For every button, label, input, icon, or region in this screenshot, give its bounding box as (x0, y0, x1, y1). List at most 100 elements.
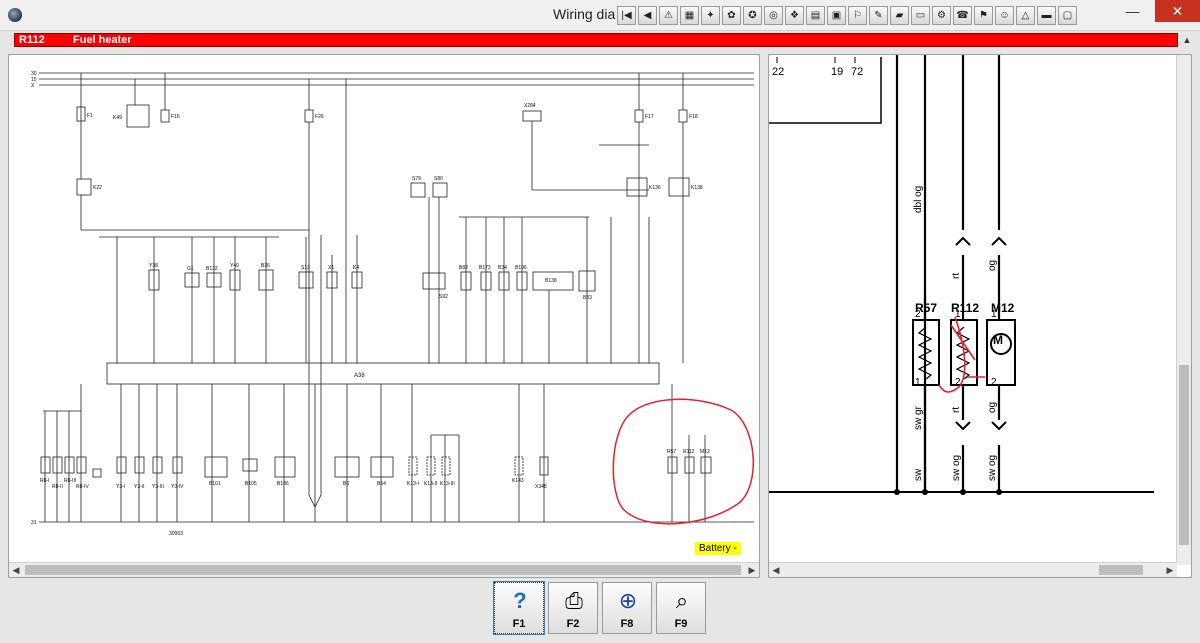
right-scroll-left-icon[interactable]: ◀ (769, 563, 783, 577)
person-icon[interactable]: ☺ (995, 6, 1014, 25)
f8-label: F8 (620, 618, 634, 630)
label-K13-III: K13-III (440, 481, 455, 487)
tool-icon-7[interactable]: ⚐ (848, 6, 867, 25)
label-B101: B101 (209, 481, 221, 487)
component-code: R112 (19, 34, 45, 46)
pin-72: 72 (851, 66, 863, 78)
detail-diagram: 22 19 72 R57 R112 M12 2 1 1 1 2 2 M dbl … (769, 55, 1154, 495)
label-K4: K4 (353, 265, 359, 271)
label-R112-small: R112 (683, 449, 695, 455)
right-scroll-right-icon[interactable]: ▶ (1163, 563, 1177, 577)
tool-icon-2[interactable]: ✿ (722, 6, 741, 25)
label-Y40: Y40 (230, 263, 239, 269)
label-Y3-I: Y3-I (116, 484, 125, 490)
label-B82: B82 (459, 265, 468, 271)
label-B105: B105 (245, 481, 257, 487)
battery-label: Battery - (695, 542, 741, 555)
previous-page-icon[interactable]: ◀ (638, 6, 657, 25)
label-G1: G1 (187, 266, 194, 272)
f9-zoom-button[interactable]: ⌕ F9 (656, 582, 706, 634)
label-R57-small: R57 (667, 449, 676, 455)
tool-icon-4[interactable]: ❖ (785, 6, 804, 25)
wire-dblog: dbl og (913, 186, 924, 213)
label-K138: K138 (691, 185, 703, 191)
tool-icon-1[interactable]: ✦ (701, 6, 720, 25)
function-key-bar: ? F1 ⎙ F2 ⊕ F8 ⌕ F9 (493, 581, 706, 635)
scroll-thumb[interactable] (25, 565, 741, 575)
label-K143: K143 (512, 478, 524, 484)
overview-diagram-pane: 30 15 X 31 30963 A38 F1 K49 F16 F26 X284… (8, 54, 760, 578)
label-R8-III: R8-III (64, 478, 76, 484)
monitor-icon[interactable]: ▭ (911, 6, 930, 25)
label-B36: B36 (261, 263, 270, 269)
label-K136: K136 (649, 185, 661, 191)
label-S80: S80 (434, 176, 443, 182)
label-S79: S79 (412, 176, 421, 182)
f9-label: F9 (674, 618, 688, 630)
disc-icon[interactable]: ◎ (764, 6, 783, 25)
m12-pin-top: 1 (991, 309, 997, 320)
warning-icon[interactable]: ⚠ (659, 6, 678, 25)
tool-icon-3[interactable]: ✪ (743, 6, 762, 25)
label-Y3-III: Y3-III (152, 484, 164, 490)
car-icon[interactable]: ▰ (890, 6, 909, 25)
r57-pin-top: 2 (915, 309, 921, 320)
tool-icon-6[interactable]: ▣ (827, 6, 846, 25)
help-icon: ? (513, 588, 527, 613)
toolbar: |◀ ◀ ⚠ ▦ ✦ ✿ ✪ ◎ ❖ ▤ ▣ ⚐ ✎ ▰ ▭ ⚙ ☎ ⚑ ☺ △… (617, 6, 1077, 25)
wire-ground-2: sw og (951, 455, 962, 481)
close-button[interactable]: ✕ (1155, 0, 1200, 22)
caution-icon[interactable]: △ (1016, 6, 1035, 25)
label-F18: F18 (689, 114, 698, 120)
scroll-left-icon[interactable]: ◀ (9, 563, 23, 577)
wire-m12-top: og (987, 260, 998, 271)
label-B132: B132 (206, 266, 218, 272)
label-K49: K49 (113, 115, 122, 121)
label-B106: B106 (515, 265, 527, 271)
minimize-button[interactable]: — (1110, 0, 1155, 22)
f2-print-button[interactable]: ⎙ F2 (548, 582, 598, 634)
window-icon[interactable]: ▢ (1058, 6, 1077, 25)
tool-icon-10[interactable]: ☎ (953, 6, 972, 25)
pin-19: 19 (831, 66, 843, 78)
annotation-circle (612, 398, 755, 525)
label-M12-small: M12 (700, 449, 710, 455)
f1-help-button[interactable]: ? F1 (493, 581, 545, 635)
label-Y3-IV: Y3-IV (171, 484, 184, 490)
tool-icon-5[interactable]: ▤ (806, 6, 825, 25)
vehicle-icon[interactable]: ▬ (1037, 6, 1056, 25)
label-B54: B54 (377, 481, 386, 487)
tool-icon-9[interactable]: ⚙ (932, 6, 951, 25)
label-B34: B34 (498, 265, 507, 271)
label-F1: F1 (87, 113, 93, 119)
label-F17: F17 (645, 114, 654, 120)
bus-label-31: 31 (31, 520, 37, 526)
right-vertical-scrollbar[interactable] (1176, 55, 1191, 565)
drawing-number: 30963 (169, 531, 183, 537)
left-horizontal-scrollbar[interactable]: ◀ ▶ (9, 562, 759, 577)
detail-diagram-pane: 22 19 72 R57 R112 M12 2 1 1 1 2 2 M dbl … (768, 54, 1192, 578)
label-X1: X1 (328, 265, 334, 271)
wire-r112-top: rt (951, 273, 962, 279)
m12-pin-bottom: 2 (991, 377, 997, 388)
label-K22: K22 (93, 185, 102, 191)
header-arrow-icon[interactable]: ▲ (1180, 33, 1194, 47)
label-S13: S13 (301, 265, 310, 271)
scroll-right-icon[interactable]: ▶ (745, 563, 759, 577)
f8-component-button[interactable]: ⊕ F8 (602, 582, 652, 634)
wire-ground-1: sw (913, 468, 924, 481)
tool-icon-11[interactable]: ⚑ (974, 6, 993, 25)
label-K13-I: K13-I (407, 481, 419, 487)
label-K13-II: K13-II (424, 481, 437, 487)
label-R8-II: R8-II (52, 484, 63, 490)
right-horizontal-scrollbar[interactable]: ◀ ▶ (769, 562, 1177, 577)
motor-symbol-m: M (993, 333, 1003, 347)
vertical-scroll-thumb[interactable] (1179, 365, 1189, 545)
right-scroll-thumb[interactable] (1099, 565, 1143, 575)
diagram-icon[interactable]: ▦ (680, 6, 699, 25)
f1-label: F1 (512, 618, 526, 630)
label-Y38: Y38 (149, 263, 158, 269)
printer-icon: ⎙ (565, 588, 583, 613)
tool-icon-8[interactable]: ✎ (869, 6, 888, 25)
first-page-icon[interactable]: |◀ (617, 6, 636, 25)
